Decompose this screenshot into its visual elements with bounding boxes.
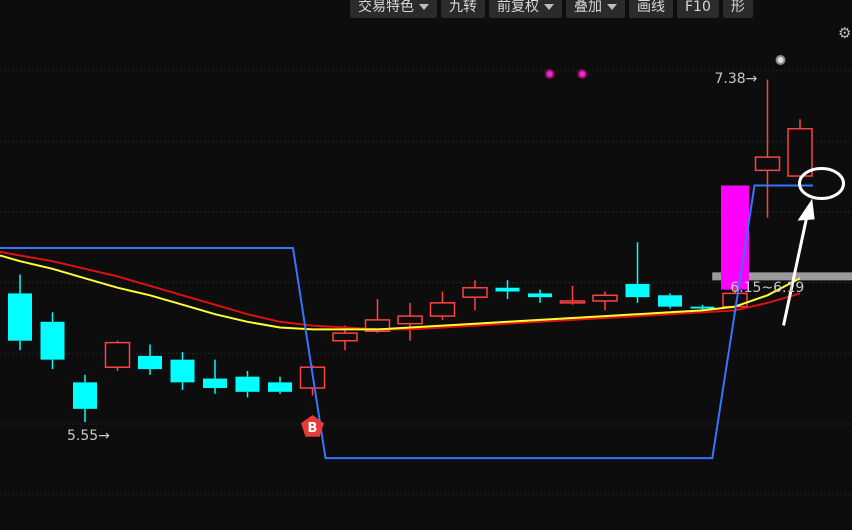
candle-body-up [754,156,781,172]
low-price-label: 5.55→ [67,428,110,445]
candle-body-up [332,332,358,342]
magenta-dot-marker [544,69,555,79]
buy-marker-label: B [308,421,318,436]
candle-body-up [559,300,586,304]
candle-body-down [658,295,682,307]
range-price-label: 6.15~6.19 [730,280,805,297]
candle-body-up [592,294,618,302]
chart-markers: B [301,55,845,437]
magenta-volume-bar [721,185,749,290]
candle-body-down [40,321,65,360]
white-dot-marker [775,55,786,65]
candle-body-down [170,359,195,383]
candle-body-down [8,293,32,341]
candle-body-down [203,378,227,389]
candle-body-down [528,293,552,298]
candle-body-up [397,315,423,325]
magenta-dot-marker [577,69,588,79]
candle-body-up [462,286,488,298]
candle-body-down [73,382,97,409]
candle-body-down [625,283,650,298]
candles [8,79,813,423]
candle-body-down [138,355,162,370]
highlight-arrow-head [797,198,815,221]
highlight-arrow-shaft [782,213,809,326]
magenta-bar [721,185,749,290]
high-price-label: 7.38→ [714,70,758,87]
candle-body-down [690,306,715,309]
candle-body-up [104,341,131,368]
candle-body-up [429,302,456,317]
candle-body-down [495,287,520,292]
candle-body-up [787,127,813,177]
candle-body-down [235,376,260,392]
kline-chart-panel: 交易特色 九转 前复权 叠加 画线 F10 形 ⚙ B 7.38→ 5.55→ … [0,0,852,530]
highlight-ellipse [798,167,845,200]
candle-body-down [268,382,292,392]
